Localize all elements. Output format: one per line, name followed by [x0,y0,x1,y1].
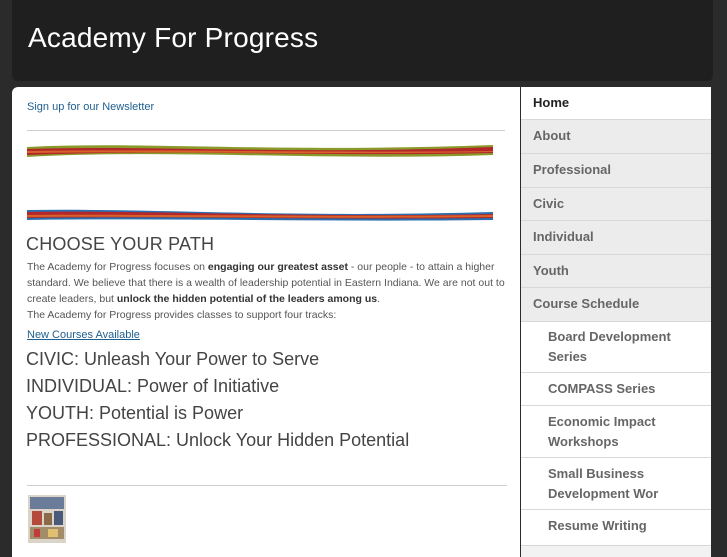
track-professional: PROFESSIONAL: Unlock Your Hidden Potenti… [26,430,410,450]
nav-item-course-schedule[interactable]: Course Schedule [521,288,711,322]
nav-item-civic[interactable]: Civic [521,188,711,221]
nav-subitem-board-development[interactable]: Board Development Series [521,322,711,373]
nav-item-home[interactable]: Home [521,87,711,120]
nav-subitem-economic-impact[interactable]: Economic Impact Workshops [521,406,711,458]
sidebar-nav: Home About Professional Civic Individual… [521,87,711,557]
nav-item-youth[interactable]: Youth [521,255,711,288]
nav-item-label: Course Schedule [533,296,640,311]
track-youth: YOUTH: Potential is Power [26,403,244,423]
nav-item-label: Civic [533,196,565,211]
site-title[interactable]: Academy For Progress [28,22,318,54]
nav-subitem-label: COMPASS Series [548,381,656,396]
nav-item-label: About [533,128,571,143]
nav-subitem-label: Small Business Development Wor [548,466,659,501]
nav-item-label: Youth [533,263,569,278]
ribbon-banner-top [27,145,493,157]
nav-subitem-compass[interactable]: COMPASS Series [521,373,711,406]
nav-subitem-resume-writing[interactable]: Resume Writing [521,510,711,546]
nav-subitem-label: Resume Writing [548,518,647,533]
track-individual: INDIVIDUAL: Power of Initiative [26,376,280,396]
ribbon-banner-bottom [27,209,493,221]
newsletter-link[interactable]: Sign up for our Newsletter [27,101,154,113]
nav-subitem-label: Board Development Series [548,329,671,364]
track-civic: CIVIC: Unleash Your Power to Serve [26,349,320,369]
nav-subitem-small-business[interactable]: Small Business Development Wor [521,458,711,510]
page-heading: CHOOSE YOUR PATH [26,234,215,254]
divider [27,130,505,131]
nav-item-label: Professional [533,162,612,177]
site-header: Academy For Progress [12,0,713,81]
new-courses-link[interactable]: New Courses Available [27,329,140,341]
nav-item-about[interactable]: About [521,120,711,154]
nav-item-individual[interactable]: Individual [521,221,711,255]
nav-item-professional[interactable]: Professional [521,154,711,188]
nav-item-label: Home [533,95,570,110]
nav-item-label: Individual [533,229,594,244]
divider [27,485,507,486]
main-content: Sign up for our Newsletter CHOOSE YOUR P… [12,87,520,557]
intro-text: The Academy for Progress focuses on enga… [27,261,505,321]
classroom-photo [28,495,66,543]
nav-subitem-label: Economic Impact Workshops [548,414,656,449]
